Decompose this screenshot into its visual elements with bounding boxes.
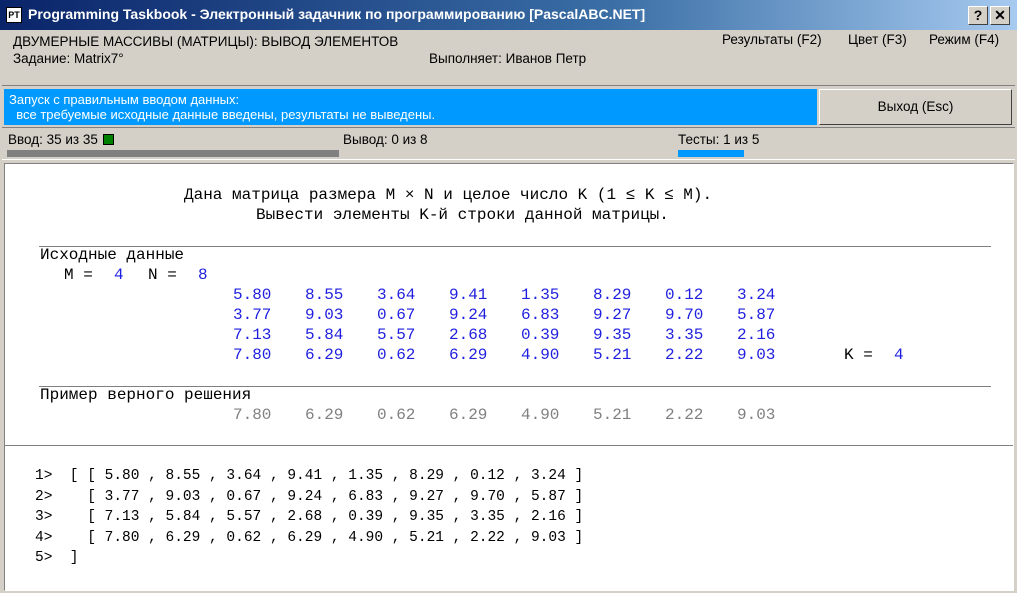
task-formulation-line-1: Дана матрица размера M × N и целое число… bbox=[184, 186, 713, 204]
matrix-cell: 2.68 bbox=[449, 326, 488, 344]
matrix-cell: 7.80 bbox=[233, 346, 272, 364]
matrix-cell: 8.55 bbox=[305, 286, 344, 304]
console-line: 1> [ [ 5.80 , 8.55 , 3.64 , 9.41 , 1.35 … bbox=[35, 468, 584, 484]
k-value: 4 bbox=[894, 346, 904, 364]
task-pane: Дана матрица размера M × N и целое число… bbox=[4, 163, 1014, 591]
matrix-cell: 3.77 bbox=[233, 306, 272, 324]
status-line-2: все требуемые исходные данные введены, р… bbox=[9, 107, 436, 122]
color-menu-button[interactable]: Цвет (F3) bbox=[848, 32, 907, 47]
title-bar: PT Programming Taskbook - Электронный за… bbox=[0, 0, 1017, 30]
status-line-1: Запуск с правильным вводом данных: bbox=[9, 92, 240, 107]
matrix-cell: 9.35 bbox=[593, 326, 632, 344]
input-complete-indicator bbox=[102, 134, 114, 145]
matrix-cell: 5.84 bbox=[305, 326, 344, 344]
matrix-cell: 4.90 bbox=[521, 346, 560, 364]
console-line: 5> ] bbox=[35, 550, 79, 566]
matrix-cell: 9.24 bbox=[449, 306, 488, 324]
matrix-cell: 6.83 bbox=[521, 306, 560, 324]
matrix-cell: 9.03 bbox=[305, 306, 344, 324]
task-name: Задание: Matrix7° bbox=[13, 51, 124, 66]
matrix-cell: 6.29 bbox=[305, 346, 344, 364]
tests-progress: Тесты: 1 из 5 bbox=[678, 132, 760, 147]
student-name: Выполняет: Иванов Петр bbox=[429, 51, 587, 66]
matrix-cell: 6.29 bbox=[449, 346, 488, 364]
matrix-cell: 5.57 bbox=[377, 326, 416, 344]
pane-separator bbox=[5, 445, 1013, 446]
matrix-cell: 1.35 bbox=[521, 286, 560, 304]
m-label: M = bbox=[64, 266, 103, 284]
n-value: 8 bbox=[198, 266, 208, 284]
n-label: N = bbox=[148, 266, 187, 284]
example-value: 6.29 bbox=[449, 406, 488, 424]
matrix-cell: 0.62 bbox=[377, 346, 416, 364]
tests-progress-bar bbox=[678, 150, 744, 157]
example-value: 9.03 bbox=[737, 406, 776, 424]
matrix-cell: 2.22 bbox=[665, 346, 704, 364]
m-value: 4 bbox=[114, 266, 124, 284]
app-icon: PT bbox=[6, 7, 22, 23]
example-value: 2.22 bbox=[665, 406, 704, 424]
example-section-title: Пример верного решения bbox=[40, 386, 252, 404]
matrix-cell: 9.03 bbox=[737, 346, 776, 364]
console-line: 2> [ 3.77 , 9.03 , 0.67 , 9.24 , 6.83 , … bbox=[35, 488, 584, 505]
task-header: ДВУМЕРНЫЕ МАССИВЫ (МАТРИЦЫ): ВЫВОД ЭЛЕМЕ… bbox=[2, 30, 1015, 86]
matrix-cell: 3.24 bbox=[737, 286, 776, 304]
window-title: Programming Taskbook - Электронный задач… bbox=[28, 6, 646, 22]
matrix-cell: 5.21 bbox=[593, 346, 632, 364]
matrix-cell: 9.70 bbox=[665, 306, 704, 324]
matrix-cell: 0.39 bbox=[521, 326, 560, 344]
matrix-cell: 7.13 bbox=[233, 326, 272, 344]
matrix-cell: 9.41 bbox=[449, 286, 488, 304]
matrix-cell: 0.12 bbox=[665, 286, 704, 304]
example-value: 4.90 bbox=[521, 406, 560, 424]
input-progress: Ввод: 35 из 35 bbox=[8, 132, 114, 147]
input-section-title: Исходные данные bbox=[40, 246, 185, 264]
help-button[interactable]: ? bbox=[968, 6, 988, 25]
exit-button[interactable]: Выход (Esc) bbox=[819, 89, 1012, 125]
output-progress: Вывод: 0 из 8 bbox=[343, 132, 428, 147]
matrix-cell: 3.35 bbox=[665, 326, 704, 344]
mode-menu-button[interactable]: Режим (F4) bbox=[929, 32, 999, 47]
input-progress-bar bbox=[7, 150, 339, 157]
status-message: Запуск с правильным вводом данных: все т… bbox=[4, 89, 817, 125]
matrix-cell: 0.67 bbox=[377, 306, 416, 324]
matrix-cell: 9.27 bbox=[593, 306, 632, 324]
example-value: 7.80 bbox=[233, 406, 272, 424]
close-button[interactable]: ✕ bbox=[990, 6, 1010, 25]
matrix-cell: 5.87 bbox=[737, 306, 776, 324]
example-value: 5.21 bbox=[593, 406, 632, 424]
matrix-cell: 2.16 bbox=[737, 326, 776, 344]
matrix-cell: 8.29 bbox=[593, 286, 632, 304]
matrix-cell: 5.80 bbox=[233, 286, 272, 304]
k-label: K = bbox=[844, 346, 883, 364]
console-line: 3> [ 7.13 , 5.84 , 5.57 , 2.68 , 0.39 , … bbox=[35, 509, 584, 525]
example-value: 6.29 bbox=[305, 406, 344, 424]
results-menu-button[interactable]: Результаты (F2) bbox=[722, 32, 822, 47]
console-line: 4> [ 7.80 , 6.29 , 0.62 , 6.29 , 4.90 , … bbox=[35, 529, 584, 546]
progress-row: Ввод: 35 из 35 Вывод: 0 из 8 Тесты: 1 из… bbox=[2, 127, 1015, 160]
matrix-cell: 3.64 bbox=[377, 286, 416, 304]
example-value: 0.62 bbox=[377, 406, 416, 424]
input-progress-label: Ввод: 35 из 35 bbox=[8, 132, 98, 147]
task-formulation-line-2: Вывести элементы K-й строки данной матри… bbox=[256, 206, 669, 224]
section-title: ДВУМЕРНЫЕ МАССИВЫ (МАТРИЦЫ): ВЫВОД ЭЛЕМЕ… bbox=[13, 34, 399, 49]
